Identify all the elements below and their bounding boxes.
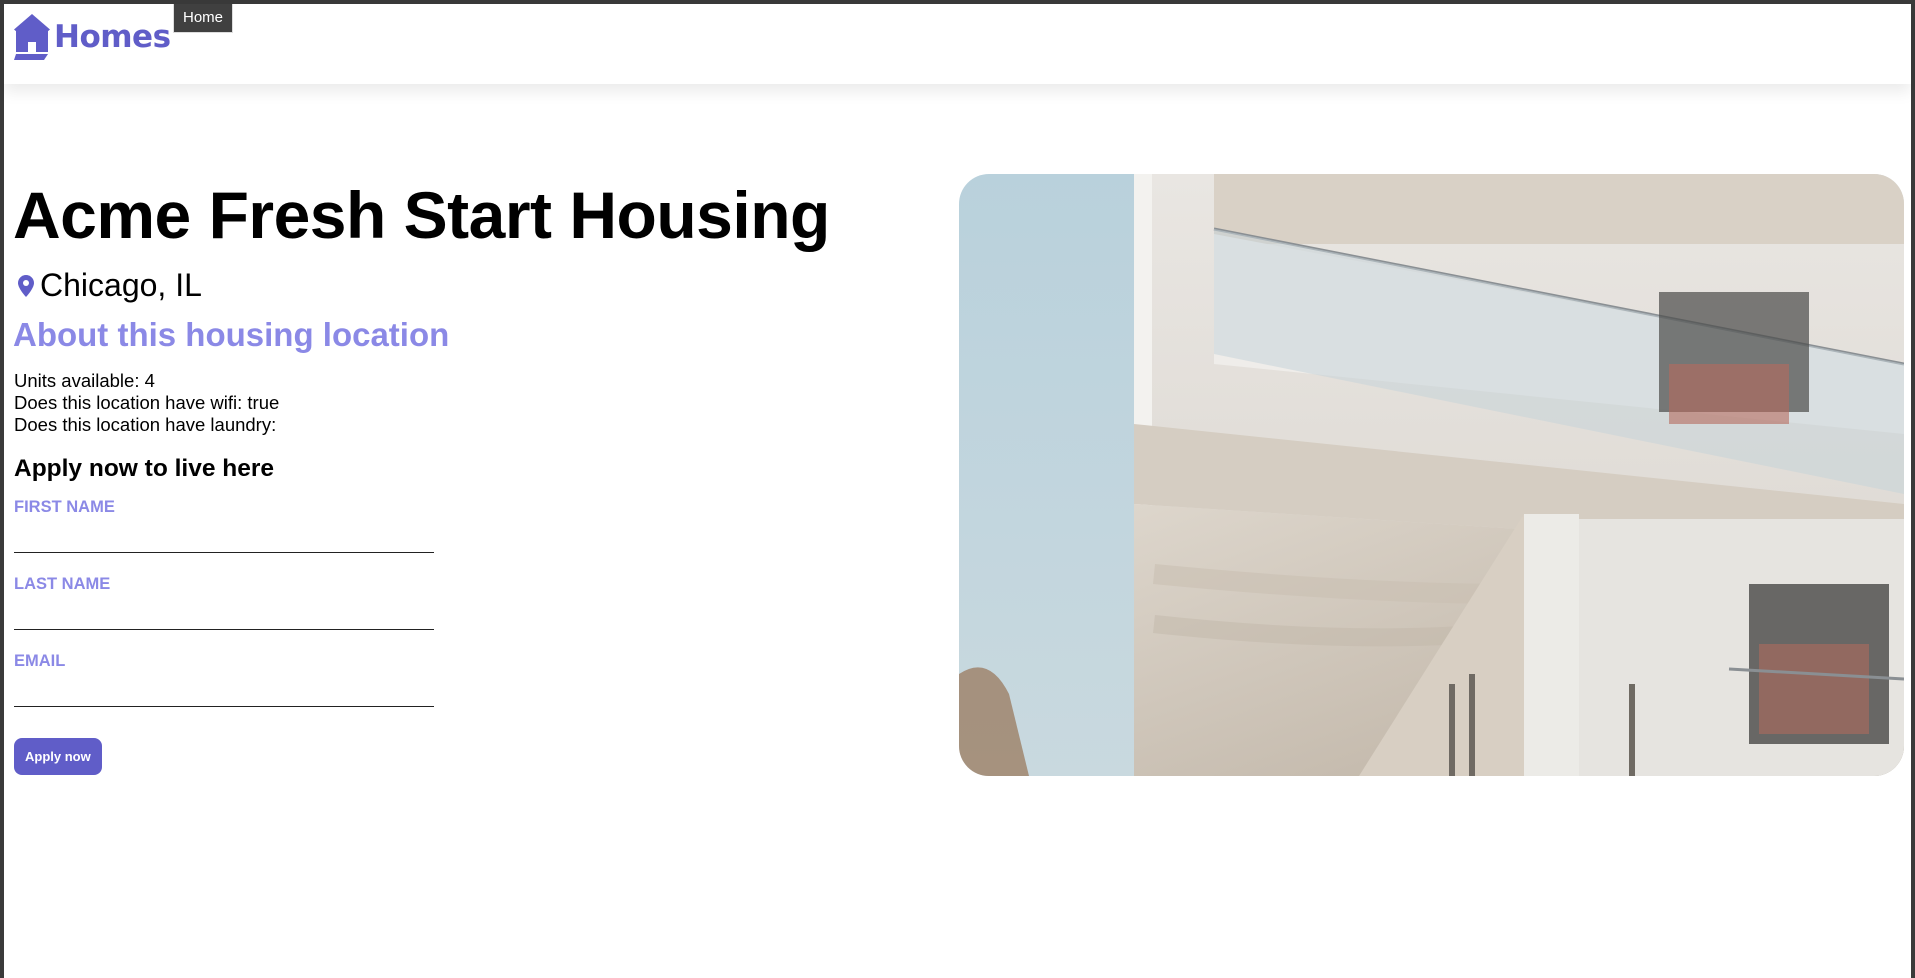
location-text: Chicago, IL <box>40 267 202 303</box>
feature-wifi: Does this location have wifi: true <box>14 392 280 413</box>
first-name-input[interactable] <box>14 521 434 553</box>
apply-form: FIRST NAME LAST NAME EMAIL <box>14 498 434 729</box>
top-navigation-bar: Homes Home <box>4 4 1911 84</box>
last-name-label: LAST NAME <box>14 575 111 593</box>
apply-now-button[interactable]: Apply now <box>14 738 102 775</box>
apply-heading: Apply now to live here <box>14 455 275 482</box>
listing-location: Chicago, IL <box>18 267 202 304</box>
home-tooltip: Home <box>173 4 234 33</box>
logo-text: Homes <box>54 19 171 55</box>
building-photo-image <box>959 174 1904 776</box>
homes-logo-link[interactable]: Homes <box>14 14 171 60</box>
feature-units: Units available: 4 <box>14 370 155 391</box>
email-label: EMAIL <box>14 652 66 670</box>
features-list: Units available: 4 Does this location ha… <box>14 370 279 436</box>
house-logo-icon <box>14 14 50 60</box>
feature-laundry: Does this location have laundry: <box>14 414 277 435</box>
email-input[interactable] <box>14 675 434 707</box>
map-pin-icon <box>18 274 34 297</box>
last-name-input[interactable] <box>14 598 434 630</box>
listing-title: Acme Fresh Start Housing <box>13 178 830 252</box>
about-section-title: About this housing location <box>13 316 450 353</box>
first-name-label: FIRST NAME <box>14 498 115 516</box>
listing-photo <box>959 174 1904 776</box>
